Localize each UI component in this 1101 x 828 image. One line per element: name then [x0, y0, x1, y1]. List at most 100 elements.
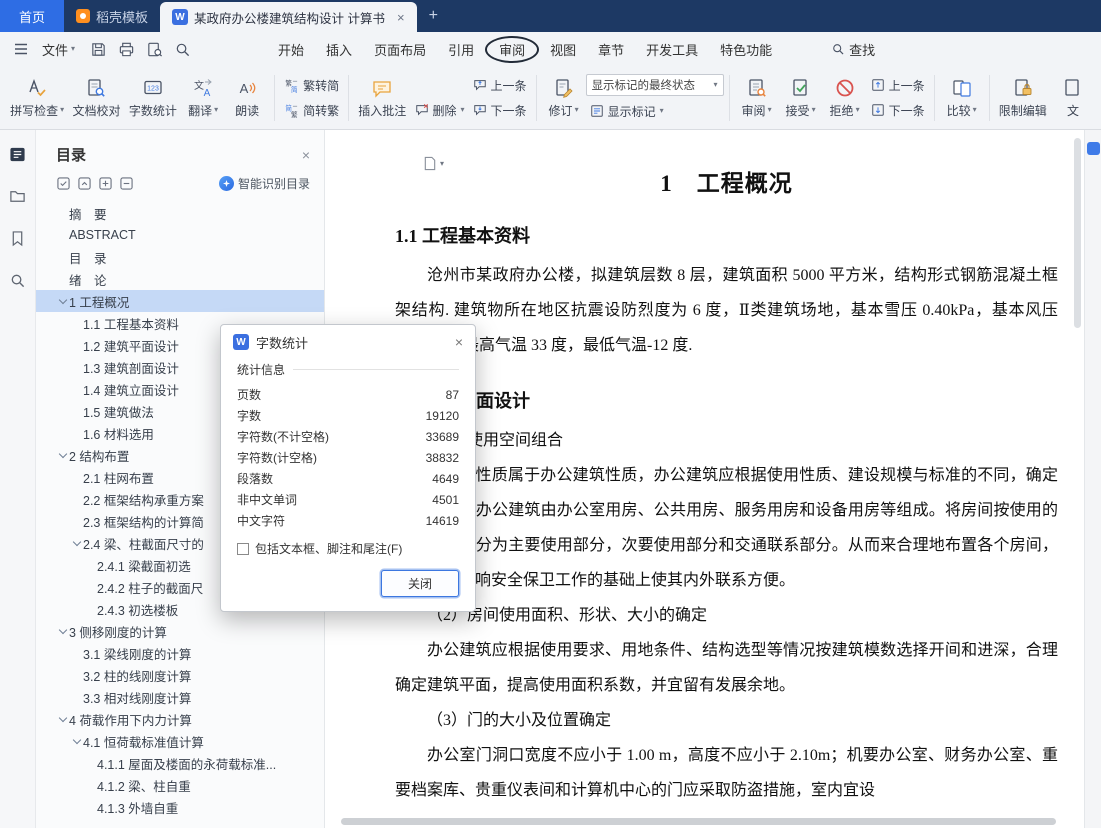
prev-comment-button[interactable]: 上一条: [469, 75, 531, 95]
toc-item[interactable]: 4.1.3 外墙自重: [36, 796, 324, 818]
simp-to-trad-button[interactable]: 简繁 简转繁: [280, 100, 343, 120]
toc-collapse-all-icon[interactable]: [119, 177, 133, 191]
dialog-title-bar[interactable]: W 字数统计 ×: [221, 325, 475, 359]
print-button[interactable]: [114, 37, 138, 61]
doc-list-item[interactable]: （3）门的大小及位置确定: [395, 703, 1058, 738]
toc-item[interactable]: 绪 论: [36, 268, 324, 290]
word-count-button[interactable]: 123 字数统计: [125, 70, 181, 126]
read-aloud-button[interactable]: A 朗读: [225, 70, 269, 126]
doc-paragraph[interactable]: 办公室门洞口宽度不应小于 1.00 m，高度不应小于 2.10m；机要办公室、财…: [395, 738, 1058, 808]
prev-change-button[interactable]: 上一条: [867, 75, 929, 95]
menu-tab-3[interactable]: 页面布局: [363, 36, 437, 63]
toc-collapse-icon[interactable]: [77, 177, 91, 191]
toc-item[interactable]: 3 侧移刚度的计算: [36, 620, 324, 642]
toc-item[interactable]: 4.1.1 屋面及楼面的永荷载标准...: [36, 752, 324, 774]
chevron-down-icon[interactable]: [70, 739, 83, 743]
chevron-down-icon[interactable]: [56, 453, 69, 457]
chevron-down-icon[interactable]: [56, 629, 69, 633]
track-changes-button[interactable]: 修订 ▾: [542, 70, 586, 126]
document-tab[interactable]: W 某政府办公楼建筑结构设计 计算书 ×: [160, 2, 417, 32]
doc-paragraph[interactable]: 本设计性质属于办公建筑性质，办公建筑应根据使用性质、建设规模与标准的不同，确定各…: [395, 458, 1058, 598]
accept-button[interactable]: 接受 ▾: [779, 70, 823, 126]
hamburger-menu-icon[interactable]: [10, 38, 32, 60]
toc-item-label: 4.1 恒荷载标准值计算: [83, 735, 204, 750]
home-tab[interactable]: 首页: [0, 0, 64, 32]
menu-tab-4[interactable]: 引用: [437, 36, 485, 63]
next-change-button[interactable]: 下一条: [867, 100, 929, 120]
toc-item[interactable]: 4.1.2 梁、柱自重: [36, 774, 324, 796]
doc-heading-1[interactable]: 1 工程概况: [395, 164, 1058, 198]
docer-template-tab[interactable]: 稻壳模板: [64, 0, 160, 32]
toc-item[interactable]: ABSTRACT: [36, 224, 324, 246]
new-tab-button[interactable]: +: [417, 0, 450, 32]
reject-button[interactable]: 拒绝 ▾: [823, 70, 867, 126]
toc-item[interactable]: 3.3 相对线刚度计算: [36, 686, 324, 708]
checkbox-icon[interactable]: [237, 542, 249, 555]
doc-paragraph[interactable]: 办公建筑应根据使用要求、用地条件、结构选型等情况按建筑模数选择开间和进深，合理确…: [395, 633, 1058, 703]
review-button[interactable]: 审阅 ▾: [735, 70, 779, 126]
wps-writer-icon: W: [233, 334, 249, 350]
save-button[interactable]: [86, 37, 110, 61]
menu-tab-6[interactable]: 视图: [539, 36, 587, 63]
horizontal-scrollbar[interactable]: [341, 818, 1056, 825]
toc-item[interactable]: 1 工程概况: [36, 290, 324, 312]
bookmark-panel-icon[interactable]: [8, 228, 28, 248]
toc-item[interactable]: 摘 要: [36, 202, 324, 224]
find-replace-button[interactable]: [170, 37, 194, 61]
svg-text:123: 123: [147, 85, 159, 92]
find-button[interactable]: 查找: [831, 40, 875, 59]
markup-state-dropdown[interactable]: 显示标记的最终状态 ▾: [585, 74, 724, 96]
menu-tab-2[interactable]: 插入: [315, 36, 363, 63]
show-markup-button[interactable]: 显示标记 ▾: [586, 101, 724, 121]
translate-button[interactable]: 文A 翻译 ▾: [181, 70, 225, 126]
search-panel-icon[interactable]: [8, 270, 28, 290]
chevron-down-icon[interactable]: [56, 717, 69, 721]
close-panel-icon[interactable]: ×: [302, 147, 310, 163]
spell-check-icon: [29, 78, 46, 96]
wps-writer-icon: W: [172, 9, 189, 25]
compare-button[interactable]: 比较 ▾: [940, 70, 984, 126]
toc-item[interactable]: 目 录: [36, 246, 324, 268]
vertical-scrollbar[interactable]: [1074, 138, 1081, 328]
menu-tab-1[interactable]: 开始: [267, 36, 315, 63]
dialog-close-button[interactable]: 关闭: [381, 570, 459, 597]
toc-check-icon[interactable]: [56, 177, 70, 191]
doc-list-item[interactable]: （2）房间使用面积、形状、大小的确定: [395, 598, 1058, 633]
file-menu-button[interactable]: 文件 ▾: [34, 37, 83, 62]
side-panel-icon[interactable]: [1086, 142, 1100, 155]
toc-expand-all-icon[interactable]: [98, 177, 112, 191]
toc-item[interactable]: 3.1 梁线刚度的计算: [36, 642, 324, 664]
menu-tab-8[interactable]: 开发工具: [635, 36, 709, 63]
restrict-editing-button[interactable]: 限制编辑: [995, 70, 1051, 126]
toc-panel-icon[interactable]: [8, 144, 28, 164]
chevron-down-icon[interactable]: [70, 541, 83, 545]
print-preview-button[interactable]: [142, 37, 166, 61]
toc-item[interactable]: 4 荷载作用下内力计算: [36, 708, 324, 730]
close-tab-icon[interactable]: ×: [397, 10, 405, 25]
toc-item-label: 2.1 柱网布置: [83, 471, 154, 486]
pages-panel-icon[interactable]: [8, 186, 28, 206]
toc-item[interactable]: 3.2 柱的线刚度计算: [36, 664, 324, 686]
page-settings-icon[interactable]: ▾: [423, 156, 444, 171]
doc-heading-1-1[interactable]: 1.1 工程基本资料: [395, 222, 1058, 248]
insert-comment-icon: [373, 80, 391, 98]
trad-to-simp-button[interactable]: 繁简 繁转简: [280, 75, 343, 95]
spell-check-button[interactable]: 拼写检查 ▾: [6, 70, 68, 126]
truncated-button[interactable]: 文: [1051, 70, 1095, 126]
doc-list-item[interactable]: （1）使用空间组合: [395, 423, 1058, 458]
doc-heading-1-2[interactable]: 1.2 建筑平面设计: [395, 387, 1058, 413]
word-count-dialog: W 字数统计 × 统计信息 页数 87 字数 19120 字符数(不计空格) 33689 字…: [220, 324, 476, 612]
toc-item[interactable]: 4.1 恒荷载标准值计算: [36, 730, 324, 752]
delete-comment-button[interactable]: 删除 ▾: [411, 100, 469, 120]
insert-comment-button[interactable]: 插入批注: [354, 70, 410, 126]
menu-tab-7[interactable]: 章节: [587, 36, 635, 63]
doc-proofing-button[interactable]: 文档校对: [68, 70, 124, 126]
chevron-down-icon[interactable]: [56, 299, 69, 303]
dialog-close-icon[interactable]: ×: [455, 334, 463, 350]
next-comment-button[interactable]: 下一条: [469, 100, 531, 120]
doc-paragraph[interactable]: 沧州市某政府办公楼，拟建筑层数 8 层，建筑面积 5000 平方米，结构形式钢筋…: [395, 258, 1058, 363]
menu-tab-5[interactable]: 审阅: [485, 35, 540, 63]
smart-toc-button[interactable]: 智能识别目录: [218, 175, 310, 192]
menu-tab-9[interactable]: 特色功能: [709, 36, 783, 63]
include-footnotes-checkbox[interactable]: 包括文本框、脚注和尾注(F): [237, 540, 459, 557]
